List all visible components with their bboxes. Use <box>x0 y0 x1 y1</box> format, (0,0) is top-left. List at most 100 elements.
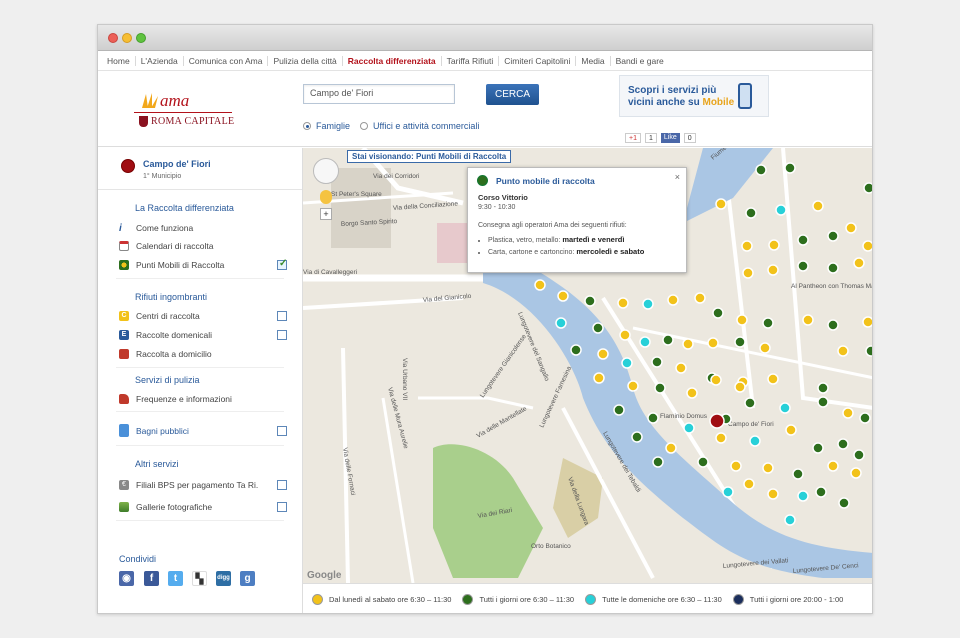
sidebar-item-centri[interactable]: C Centri di raccolta <box>119 309 287 322</box>
map-marker[interactable] <box>697 456 709 468</box>
map-marker[interactable] <box>627 380 639 392</box>
map-marker[interactable] <box>593 372 605 384</box>
map-marker[interactable] <box>749 435 761 447</box>
sidebar-item-calendari[interactable]: Calendari di raccolta <box>119 239 287 252</box>
pan-control[interactable] <box>313 158 339 184</box>
map-marker[interactable] <box>555 317 567 329</box>
nav-cimiteri[interactable]: Cimiteri Capitolini <box>499 55 577 66</box>
pegman-icon[interactable] <box>320 190 332 204</box>
map-marker[interactable] <box>686 387 698 399</box>
map-marker[interactable] <box>837 345 849 357</box>
bagni-checkbox[interactable] <box>277 425 287 436</box>
maximize-dot-icon[interactable] <box>136 33 146 43</box>
map-marker[interactable] <box>812 200 824 212</box>
map-marker[interactable] <box>665 442 677 454</box>
map-marker[interactable] <box>534 279 546 291</box>
map-marker[interactable] <box>775 204 787 216</box>
map-marker[interactable] <box>853 449 865 461</box>
map-marker[interactable] <box>767 488 779 500</box>
nav-home[interactable]: Home <box>102 55 136 66</box>
sidebar-item-frequenze[interactable]: Frequenze e informazioni <box>119 392 287 405</box>
map-marker[interactable] <box>715 198 727 210</box>
map-marker[interactable] <box>779 402 791 414</box>
map-marker[interactable] <box>827 319 839 331</box>
map-marker[interactable] <box>797 260 809 272</box>
map-marker[interactable] <box>647 412 659 424</box>
zoom-control[interactable]: + <box>320 190 332 230</box>
twitter-icon[interactable]: t <box>168 571 183 586</box>
map-marker[interactable] <box>755 164 767 176</box>
punti-checkbox[interactable] <box>277 258 287 270</box>
map-marker[interactable] <box>797 234 809 246</box>
map-marker[interactable] <box>759 342 771 354</box>
map-marker[interactable] <box>682 338 694 350</box>
map-marker[interactable] <box>631 431 643 443</box>
nav-comunica[interactable]: Comunica con Ama <box>184 55 269 66</box>
map-marker[interactable] <box>734 336 746 348</box>
map-marker[interactable] <box>797 490 809 502</box>
map-marker[interactable] <box>853 257 865 269</box>
ama-logo[interactable]: ama ROMA CAPITALE <box>134 88 244 130</box>
sidebar-item-gallerie[interactable]: Gallerie fotografiche <box>119 500 287 513</box>
map-marker[interactable] <box>792 468 804 480</box>
map-marker[interactable] <box>734 381 746 393</box>
map-marker[interactable] <box>707 337 719 349</box>
nav-media[interactable]: Media <box>576 55 611 66</box>
sidebar-item-filiali[interactable]: € Filiali BPS per pagamento Ta Ri. <box>119 478 287 491</box>
map-marker[interactable] <box>584 295 596 307</box>
map-marker[interactable] <box>683 422 695 434</box>
map-marker[interactable] <box>762 317 774 329</box>
myspace-icon[interactable]: ◉ <box>119 571 134 586</box>
map-marker[interactable] <box>654 382 666 394</box>
map-marker[interactable] <box>557 290 569 302</box>
map-marker[interactable] <box>785 424 797 436</box>
map-marker[interactable] <box>715 432 727 444</box>
mobile-promo-banner[interactable]: Scopri i servizi più vicini anche su Mob… <box>619 75 769 117</box>
close-icon[interactable]: × <box>675 172 680 182</box>
map-marker[interactable] <box>597 348 609 360</box>
domenicali-checkbox[interactable] <box>277 329 287 340</box>
search-input[interactable]: Campo de' Fiori <box>303 84 455 104</box>
map-marker[interactable] <box>613 404 625 416</box>
sidebar-item-domenicali[interactable]: E Raccolte domenicali <box>119 328 287 341</box>
map-marker[interactable] <box>662 334 674 346</box>
map-marker[interactable] <box>652 456 664 468</box>
map-marker[interactable] <box>827 460 839 472</box>
map-marker[interactable] <box>838 497 850 509</box>
zoom-in-icon[interactable]: + <box>320 208 332 220</box>
google-icon[interactable]: g <box>240 571 255 586</box>
map-marker[interactable] <box>710 374 722 386</box>
map-marker[interactable] <box>743 478 755 490</box>
facebook-icon[interactable]: f <box>144 571 159 586</box>
map-marker[interactable] <box>850 467 862 479</box>
map-marker[interactable] <box>617 297 629 309</box>
map-marker[interactable] <box>667 294 679 306</box>
map-marker[interactable] <box>837 438 849 450</box>
radio-famiglie[interactable] <box>303 122 311 130</box>
map-marker[interactable] <box>817 382 829 394</box>
map-marker[interactable] <box>642 298 654 310</box>
sidebar-item-come[interactable]: i Come funziona <box>119 221 287 234</box>
map-marker[interactable] <box>744 397 756 409</box>
map-marker[interactable] <box>784 162 796 174</box>
map-marker[interactable] <box>741 240 753 252</box>
map-marker[interactable] <box>639 336 651 348</box>
radio-uffici[interactable] <box>360 122 369 130</box>
nav-tariffa[interactable]: Tariffa Rifiuti <box>442 55 500 66</box>
minimize-dot-icon[interactable] <box>122 33 132 43</box>
nav-bandi[interactable]: Bandi e gare <box>611 56 669 66</box>
map-marker[interactable] <box>742 267 754 279</box>
map-marker[interactable] <box>815 486 827 498</box>
map-marker[interactable] <box>619 329 631 341</box>
map-marker[interactable] <box>592 322 604 334</box>
map-marker[interactable] <box>621 357 633 369</box>
map-marker[interactable] <box>767 264 779 276</box>
map-marker[interactable] <box>651 356 663 368</box>
map-marker[interactable] <box>827 230 839 242</box>
map-marker[interactable] <box>859 412 871 424</box>
sidebar-item-punti[interactable]: Punti Mobili di Raccolta <box>119 258 287 271</box>
delicious-icon[interactable]: ▚ <box>192 571 207 586</box>
location-name[interactable]: Campo de' Fiori <box>143 159 211 169</box>
gplus-button[interactable]: +1 <box>625 133 641 143</box>
map-marker[interactable] <box>745 207 757 219</box>
